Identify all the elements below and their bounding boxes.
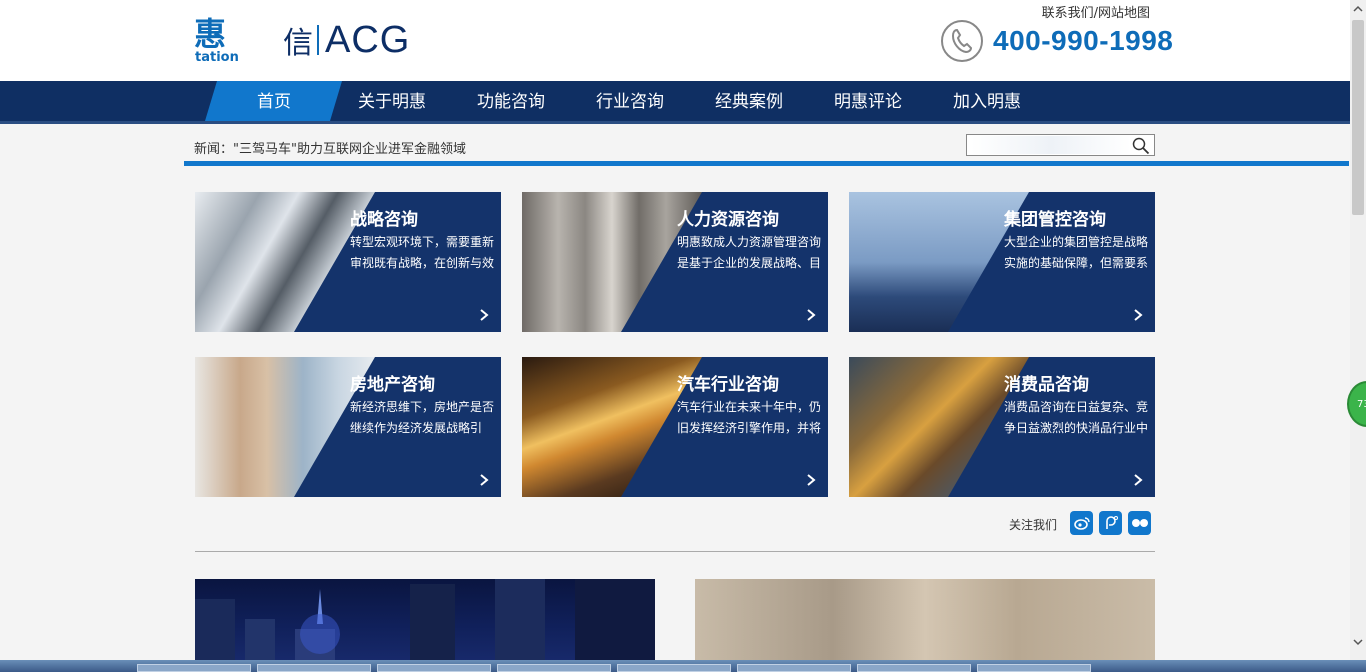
- card-automotive[interactable]: 汽车行业咨询 汽车行业在未来十年中，仍旧发挥经济引擎作用，并将: [522, 357, 828, 497]
- page-scrollbar[interactable]: [1350, 0, 1366, 660]
- search-icon[interactable]: [1132, 137, 1150, 155]
- card-image-boat-deck: [849, 357, 1029, 497]
- nav-item-industry-consulting[interactable]: 行业咨询: [596, 81, 664, 121]
- chevron-right-icon[interactable]: [1133, 473, 1143, 487]
- taskbar-button[interactable]: [737, 664, 851, 672]
- card-desc: 明惠致成人力资源管理咨询是基于企业的发展战略、目: [677, 235, 822, 270]
- card-image-businessman: [195, 357, 375, 497]
- card-title: 汽车行业咨询: [677, 375, 779, 395]
- section-divider: [195, 551, 1155, 552]
- chevron-right-icon[interactable]: [479, 473, 489, 487]
- nav-item-join[interactable]: 加入明惠: [953, 81, 1021, 121]
- card-strategy[interactable]: 战略咨询 转型宏观环境下，需要重新审视既有战略，在创新与效: [195, 192, 501, 332]
- main-nav: 首页 关于明惠 功能咨询 行业咨询 经典案例 明惠评论 加入明惠: [0, 81, 1350, 124]
- logo-mark[interactable]: 惠 tation: [194, 15, 239, 66]
- logo-tation: tation: [195, 50, 239, 65]
- weibo-icon[interactable]: [1070, 511, 1093, 535]
- card-title: 房地产咨询: [350, 375, 435, 395]
- nav-item-cases[interactable]: 经典案例: [715, 81, 783, 121]
- taskbar-button[interactable]: [137, 664, 251, 672]
- card-image-car-lights: [522, 357, 702, 497]
- contact-sitemap-link[interactable]: 联系我们/网站地图: [1042, 2, 1150, 21]
- card-desc: 新经济思维下，房地产是否继续作为经济发展战略引: [350, 400, 495, 435]
- card-image-glass: [522, 192, 702, 332]
- phone-icon: [941, 20, 983, 62]
- logo-divider: [317, 25, 319, 55]
- card-image-building: [195, 192, 375, 332]
- card-title: 人力资源咨询: [677, 210, 779, 230]
- podcast-icon[interactable]: [1099, 511, 1122, 535]
- chevron-right-icon[interactable]: [806, 473, 816, 487]
- card-group-control[interactable]: 集团管控咨询 大型企业的集团管控是战略实施的基础保障，但需要系: [849, 192, 1155, 332]
- city-skyline-graphic: [195, 579, 655, 672]
- taskbar-button[interactable]: [617, 664, 731, 672]
- search-input[interactable]: [971, 136, 1131, 154]
- card-title: 消费品咨询: [1004, 375, 1089, 395]
- chevron-right-icon[interactable]: [479, 308, 489, 322]
- scroll-up-icon[interactable]: [1353, 4, 1363, 14]
- site-header: 惠 tation 信 ACG 联系我们/网站地图 400-990-1998: [0, 0, 1350, 81]
- follow-us-label: 关注我们: [1009, 518, 1058, 532]
- stone-wall-image[interactable]: [695, 579, 1155, 672]
- taskbar-button[interactable]: [377, 664, 491, 672]
- nav-item-functional-consulting[interactable]: 功能咨询: [477, 81, 545, 121]
- phone-number: 400-990-1998: [993, 25, 1174, 56]
- taskbar-button[interactable]: [257, 664, 371, 672]
- logo-acg[interactable]: 信 ACG: [283, 18, 410, 62]
- logo-acg-text: ACG: [325, 18, 411, 61]
- news-divider: [184, 161, 1349, 166]
- scroll-down-icon[interactable]: [1353, 637, 1363, 647]
- chevron-right-icon[interactable]: [806, 308, 816, 322]
- phone-block: 400-990-1998: [941, 20, 1173, 62]
- card-desc: 汽车行业在未来十年中，仍旧发挥经济引擎作用，并将: [677, 400, 822, 435]
- chevron-right-icon[interactable]: [1133, 308, 1143, 322]
- card-image-sailboat: [849, 192, 1029, 332]
- card-title: 集团管控咨询: [1004, 210, 1106, 230]
- news-ticker[interactable]: 新闻："三驾马车"助力互联网企业进军金融领域: [194, 138, 466, 157]
- taskbar-button[interactable]: [857, 664, 971, 672]
- card-consumer-goods[interactable]: 消费品咨询 消费品咨询在日益复杂、竞争日益激烈的快消品行业中: [849, 357, 1155, 497]
- card-desc: 消费品咨询在日益复杂、竞争日益激烈的快消品行业中: [1004, 400, 1149, 435]
- card-desc: 转型宏观环境下，需要重新审视既有战略，在创新与效: [350, 235, 495, 270]
- card-desc: 大型企业的集团管控是战略实施的基础保障，但需要系: [1004, 235, 1149, 270]
- nav-item-reviews[interactable]: 明惠评论: [834, 81, 902, 121]
- card-real-estate[interactable]: 房地产咨询 新经济思维下，房地产是否继续作为经济发展战略引: [195, 357, 501, 497]
- search-box: [966, 134, 1155, 156]
- logo-char-hui: 惠: [194, 15, 227, 53]
- flickr-icon[interactable]: [1128, 511, 1151, 535]
- nav-item-home[interactable]: 首页: [257, 81, 291, 121]
- scrollbar-thumb[interactable]: [1352, 20, 1364, 215]
- city-night-image[interactable]: [195, 579, 655, 672]
- taskbar-button[interactable]: [977, 664, 1091, 672]
- card-title: 战略咨询: [350, 210, 418, 230]
- nav-item-about[interactable]: 关于明惠: [358, 81, 426, 121]
- logo-char-xin: 信: [283, 26, 313, 61]
- taskbar-button[interactable]: [497, 664, 611, 672]
- card-hr[interactable]: 人力资源咨询 明惠致成人力资源管理咨询是基于企业的发展战略、目: [522, 192, 828, 332]
